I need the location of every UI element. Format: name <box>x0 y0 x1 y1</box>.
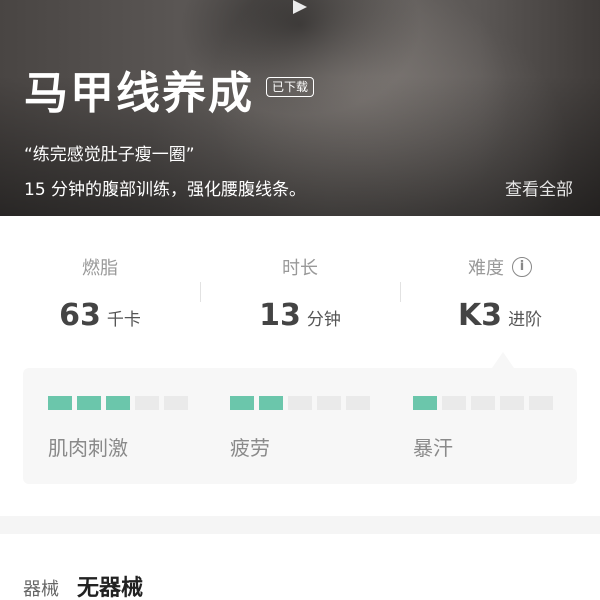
level-bar-filled <box>106 396 130 410</box>
view-all-link[interactable]: 查看全部 <box>505 175 573 200</box>
stat-unit: 进阶 <box>508 310 543 330</box>
stat-unit: 千卡 <box>106 310 141 330</box>
stat-label: 时长 <box>282 258 318 279</box>
metric-sweat: 暴汗 <box>413 396 553 461</box>
section-separator <box>0 516 600 534</box>
stat-label: 燃脂 <box>82 258 118 279</box>
level-bar-empty <box>471 396 495 410</box>
stat-label: 难度 <box>468 258 504 279</box>
metric-label: 暴汗 <box>413 436 453 460</box>
level-bar-filled <box>413 396 437 410</box>
level-bars <box>230 396 370 410</box>
title-row: 马甲线养成 已下载 <box>24 68 315 120</box>
level-bar-filled <box>48 396 72 410</box>
metric-label: 肌肉刺激 <box>48 436 128 460</box>
workout-hero-banner[interactable]: 马甲线养成 已下载 “练完感觉肚子瘦一圈” 15 分钟的腹部训练，强化腰腹线条。… <box>0 0 600 216</box>
stat-duration: 时长 13 分钟 <box>200 254 400 333</box>
stat-unit: 分钟 <box>306 310 341 330</box>
stat-calories: 燃脂 63 千卡 <box>0 254 200 333</box>
level-bars <box>48 396 188 410</box>
level-bar-empty <box>529 396 553 410</box>
intensity-card: 肌肉刺激 疲劳 暴汗 <box>23 368 577 484</box>
level-bar-filled <box>259 396 283 410</box>
level-bar-empty <box>135 396 159 410</box>
workout-title: 马甲线养成 <box>24 68 254 119</box>
level-bar-filled <box>230 396 254 410</box>
equipment-value: 无器械 <box>77 576 144 600</box>
workout-quote: “练完感觉肚子瘦一圈” <box>24 145 195 165</box>
downloaded-badge: 已下载 <box>266 77 315 97</box>
info-icon[interactable]: i <box>512 257 532 277</box>
level-bar-empty <box>164 396 188 410</box>
level-bar-empty <box>442 396 466 410</box>
metric-label: 疲劳 <box>230 436 270 460</box>
workout-description: 15 分钟的腹部训练，强化腰腹线条。 <box>24 180 307 200</box>
metric-fatigue: 疲劳 <box>230 396 370 461</box>
level-bar-empty <box>500 396 524 410</box>
stat-value: K3 <box>457 298 503 333</box>
play-icon[interactable] <box>293 0 307 14</box>
stat-value: 13 <box>259 298 301 333</box>
stat-difficulty[interactable]: 难度 i K3 进阶 <box>400 254 600 333</box>
level-bars <box>413 396 553 410</box>
metric-muscle-stimulation: 肌肉刺激 <box>48 396 188 461</box>
stat-value: 63 <box>59 298 101 333</box>
level-bar-filled <box>77 396 101 410</box>
workout-stats: 燃脂 63 千卡 时长 13 分钟 难度 i K3 进阶 <box>0 216 600 366</box>
level-bar-empty <box>288 396 312 410</box>
level-bar-empty <box>346 396 370 410</box>
card-pointer <box>492 352 514 368</box>
level-bar-empty <box>317 396 341 410</box>
equipment-row: 器械 无器械 <box>23 570 143 600</box>
equipment-label: 器械 <box>23 579 59 600</box>
